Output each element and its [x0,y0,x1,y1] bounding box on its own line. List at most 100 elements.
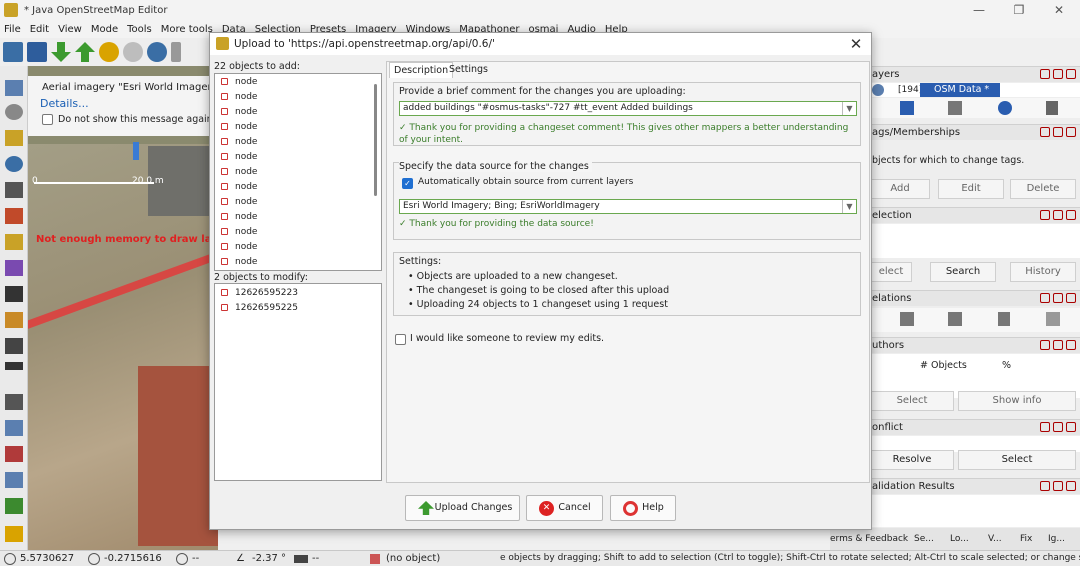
panel-detach-icon[interactable] [1053,210,1063,220]
panel-config-icon[interactable] [1040,69,1050,79]
list-item[interactable]: node [221,211,257,223]
delete-relation-icon[interactable] [998,312,1010,326]
add-list-scrollbar[interactable] [374,84,377,196]
refresh-toggle-icon[interactable] [5,526,23,542]
pencil-tool-icon[interactable] [5,312,23,328]
authors-select-button[interactable]: Select [870,391,954,411]
extrude-tool-icon[interactable] [5,260,23,276]
panel-close-icon[interactable] [1066,210,1076,220]
panel-detach-icon[interactable] [1053,481,1063,491]
list-item[interactable]: node [221,166,257,178]
menu-more-tools[interactable]: More tools [161,24,213,35]
undo-icon[interactable] [99,42,119,62]
validation-list[interactable] [870,495,1080,527]
relation-toggle-icon[interactable] [5,472,23,488]
minimize-button[interactable]: — [964,2,994,18]
selection-list[interactable] [870,224,1080,258]
list-item[interactable]: 12626595223 [221,287,298,299]
new-relation-icon[interactable] [900,312,914,326]
merge-icon[interactable] [948,101,962,115]
menu-edit[interactable]: Edit [30,24,49,35]
panel-close-icon[interactable] [1066,127,1076,137]
parallel-tool-icon[interactable] [5,234,23,250]
tab-validate[interactable]: V... [988,528,1002,550]
move-up-icon[interactable] [900,101,914,115]
measure-toggle-icon[interactable] [5,446,23,462]
split-tool-icon[interactable] [5,286,23,302]
source-input[interactable]: Esri World Imagery; Bing; EsriWorldImage… [399,199,857,214]
tab-lookup[interactable]: Lo... [950,528,969,550]
add-tag-button[interactable]: Add [870,179,930,199]
review-checkbox[interactable] [395,334,406,345]
duplicate-relation-icon[interactable] [948,312,962,326]
map-toggle-icon[interactable] [5,498,23,514]
save-icon[interactable] [27,42,47,62]
chevron-down-icon[interactable]: ▼ [842,102,856,115]
details-link[interactable]: Details... [40,97,89,110]
panel-detach-icon[interactable] [1053,69,1063,79]
delete-tag-button[interactable]: Delete [1010,179,1076,199]
preferences-icon[interactable] [171,42,181,62]
modify-list[interactable]: 12626595223 12626595225 [214,283,382,481]
tags-toggle-icon[interactable] [5,420,23,436]
scale-slider[interactable] [133,142,139,160]
chevron-down-icon[interactable]: ▼ [842,200,856,213]
maximize-button[interactable]: ❐ [1004,2,1034,18]
panel-close-icon[interactable] [1066,69,1076,79]
list-item[interactable]: node [221,151,257,163]
list-item[interactable]: 12626595225 [221,302,298,314]
search-button[interactable]: Search [930,262,996,282]
delete-layer-icon[interactable] [1046,101,1058,115]
visibility-icon[interactable] [872,84,884,96]
show-hide-icon[interactable] [998,101,1012,115]
layers-toggle-icon[interactable] [5,394,23,410]
zoom-icon[interactable] [147,42,167,62]
resolve-button[interactable]: Resolve [870,450,954,470]
list-item[interactable]: node [221,136,257,148]
list-item[interactable]: node [221,256,257,268]
dialog-close-button[interactable]: ✕ [847,33,865,55]
upload-changes-button[interactable]: Upload Changes [405,495,520,521]
lasso-tool-icon[interactable] [5,104,23,120]
panel-detach-icon[interactable] [1053,127,1063,137]
download-icon[interactable] [51,42,71,62]
panel-detach-icon[interactable] [1053,340,1063,350]
panel-close-icon[interactable] [1066,422,1076,432]
help-button[interactable]: Help [610,495,676,521]
panel-config-icon[interactable] [1040,210,1050,220]
select-members-icon[interactable] [1046,312,1060,326]
list-item[interactable]: node [221,226,257,238]
upload-icon[interactable] [75,42,95,62]
panel-config-icon[interactable] [1040,293,1050,303]
tab-fix[interactable]: Fix [1020,528,1032,550]
menu-mode[interactable]: Mode [91,24,118,35]
tab-description[interactable]: Description [389,62,454,78]
edit-tag-button[interactable]: Edit [938,179,1004,199]
panel-close-icon[interactable] [1066,340,1076,350]
auto-source-checkbox[interactable]: ✓ [402,178,413,189]
layer-row[interactable]: [194] OSM Data * [870,83,1080,97]
panel-detach-icon[interactable] [1053,422,1063,432]
panel-config-icon[interactable] [1040,481,1050,491]
map-view[interactable]: 0 20.0 m Not enough memory to draw lay [28,66,218,550]
tab-settings[interactable]: Settings [445,62,492,78]
close-window-button[interactable]: ✕ [1044,2,1074,18]
list-item[interactable]: node [221,106,257,118]
delete-tool-icon[interactable] [5,182,23,198]
menu-file[interactable]: File [4,24,21,35]
building-tool-icon[interactable] [5,338,23,354]
improve-way-icon[interactable] [5,208,23,224]
conflict-select-button[interactable]: Select [958,450,1076,470]
active-layer-name[interactable]: OSM Data * [920,83,1000,97]
menu-view[interactable]: View [58,24,82,35]
tab-search[interactable]: Se... [914,528,934,550]
list-item[interactable]: node [221,196,257,208]
more-tools-icon[interactable] [5,362,23,370]
redo-icon[interactable] [123,42,143,62]
cancel-button[interactable]: ✕ Cancel [526,495,603,521]
attribution-link[interactable]: erms & Feedback [830,528,908,550]
panel-config-icon[interactable] [1040,422,1050,432]
list-item[interactable]: node [221,181,257,193]
panel-close-icon[interactable] [1066,293,1076,303]
menu-tools[interactable]: Tools [127,24,152,35]
